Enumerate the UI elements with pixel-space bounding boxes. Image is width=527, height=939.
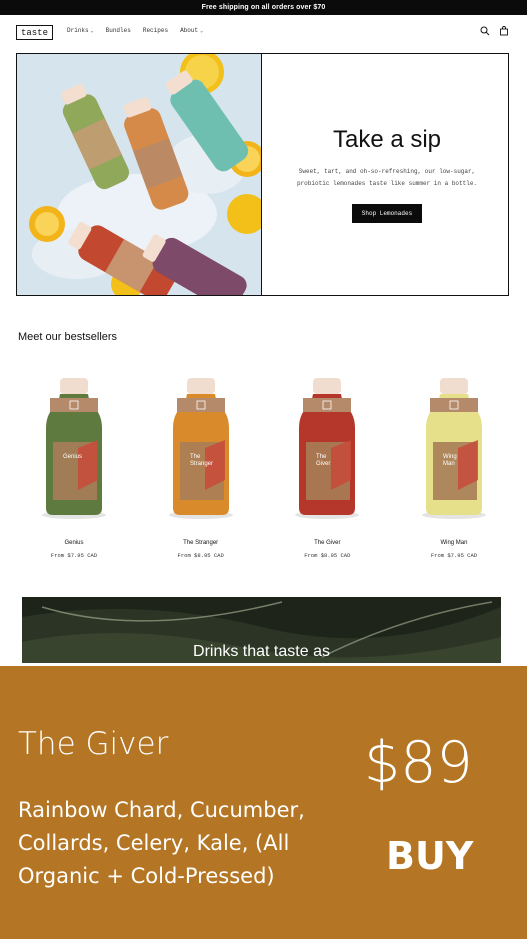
nav-item-about[interactable]: About ⌄ xyxy=(180,27,203,34)
product-price: From $8.95 CAD xyxy=(304,552,351,559)
shop-lemonades-button[interactable]: Shop Lemonades xyxy=(351,204,423,223)
site-header: taste Drinks ⌄ Bundles Recipes About ⌄ xyxy=(0,15,527,51)
announcement-bar: Free shipping on all orders over $70 xyxy=(0,0,527,15)
chevron-down-icon: ⌄ xyxy=(200,27,204,34)
product-card[interactable]: The Stranger The Stranger From $8.95 CAD xyxy=(145,370,257,570)
product-overlay: The Giver Rainbow Chard, Cucumber, Colla… xyxy=(0,666,527,939)
bottle-image: WingMan xyxy=(421,378,486,519)
nav-item-drinks[interactable]: Drinks ⌄ xyxy=(67,27,94,34)
kale-banner: Drinks that taste as xyxy=(22,597,501,663)
product-price: From $7.95 CAD xyxy=(430,552,478,559)
svg-text:The: The xyxy=(190,454,201,460)
hero-subtitle: Sweet, tart, and oh-so-refreshing, our l… xyxy=(296,168,478,187)
product-name[interactable]: Wing Man xyxy=(440,540,467,546)
nav-item-label: Bundles xyxy=(105,27,131,34)
product-name[interactable]: The Giver xyxy=(314,540,340,546)
banner-text: Drinks that taste as xyxy=(193,643,330,660)
svg-text:Wing: Wing xyxy=(443,454,457,460)
nav-item-recipes[interactable]: Recipes xyxy=(143,27,168,34)
svg-text:Genius: Genius xyxy=(63,454,82,460)
bottle-image: Genius xyxy=(42,378,106,519)
chevron-down-icon: ⌄ xyxy=(90,27,94,34)
product-name[interactable]: Genius xyxy=(64,540,83,546)
section-title: Meet our bestsellers xyxy=(18,331,118,343)
svg-text:Giver: Giver xyxy=(316,461,330,467)
hero-title: Take a sip xyxy=(332,126,442,153)
svg-text:Stranger: Stranger xyxy=(190,461,213,467)
svg-text:Man: Man xyxy=(443,461,455,467)
product-card[interactable]: The Giver The Giver From $8.95 CAD xyxy=(271,370,383,570)
lemonade-bottles-illustration xyxy=(17,54,261,295)
bottle-image: TheGiver xyxy=(295,378,360,519)
search-icon[interactable] xyxy=(480,26,490,36)
product-grid: Genius Genius From $7.95 CAD The Stranger… xyxy=(18,370,510,570)
product-card[interactable]: Wing Man Wing Man From $7.95 CAD xyxy=(398,370,510,570)
bottle-image: TheStranger xyxy=(168,378,233,519)
nav-item-label: Drinks xyxy=(67,27,89,34)
overlay-price: $89 xyxy=(364,730,473,796)
nav-item-label: Recipes xyxy=(142,27,169,34)
product-price: From $7.95 CAD xyxy=(50,552,98,559)
product-price: From $8.95 CAD xyxy=(177,552,224,559)
header-icons xyxy=(480,26,509,36)
hero-text: Take a sip Sweet, tart, and oh-so-refres… xyxy=(262,54,508,295)
svg-text:The: The xyxy=(316,454,327,460)
product-name[interactable]: The Stranger xyxy=(183,540,218,546)
nav-item-label: About xyxy=(180,27,199,34)
main-nav: Drinks ⌄ Bundles Recipes About ⌄ xyxy=(67,27,203,34)
overlay-product-name: The Giver xyxy=(18,726,169,762)
cart-icon[interactable] xyxy=(499,26,509,36)
overlay-description: Rainbow Chard, Cucumber, Collards, Celer… xyxy=(18,798,305,888)
hero-banner: Take a sip Sweet, tart, and oh-so-refres… xyxy=(16,53,509,296)
announcement-text: Free shipping on all orders over $70 xyxy=(201,4,326,11)
product-card[interactable]: Genius Genius From $7.95 CAD xyxy=(18,370,130,570)
hero-image xyxy=(17,54,262,295)
buy-button[interactable]: BUY xyxy=(386,834,473,878)
logo[interactable]: taste xyxy=(16,25,53,40)
nav-item-bundles[interactable]: Bundles xyxy=(106,27,131,34)
